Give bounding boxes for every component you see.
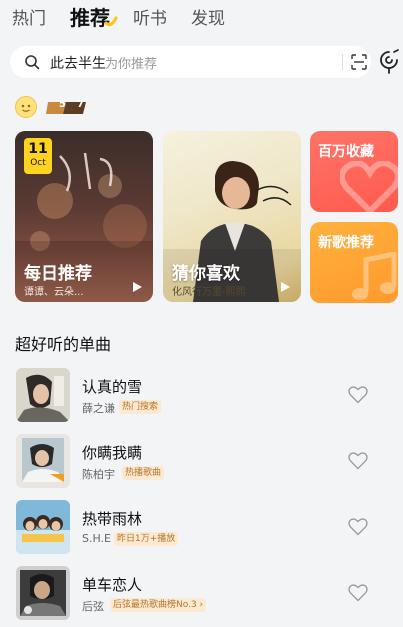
heart-icon[interactable] bbox=[348, 518, 368, 536]
daily-card-title: 每日推荐 bbox=[24, 264, 92, 284]
heart-icon[interactable] bbox=[348, 452, 368, 470]
new-songs-card[interactable]: 新歌推荐 bbox=[310, 222, 398, 303]
tab-audiobooks[interactable]: 听书 bbox=[133, 4, 167, 29]
play-icon[interactable] bbox=[279, 281, 291, 293]
song-tag: 热门搜索 bbox=[119, 400, 162, 414]
date-day: 11 bbox=[28, 141, 48, 157]
user-badge-row[interactable]: 5 7 bbox=[12, 94, 132, 120]
song-row[interactable]: 热带雨林 S.H.E 昨日1万+播放 bbox=[0, 500, 403, 556]
search-divider bbox=[342, 54, 343, 70]
song-cover bbox=[16, 500, 70, 554]
song-title: 认真的雪 bbox=[82, 378, 143, 396]
song-tag: 热播歌曲 bbox=[122, 466, 165, 480]
voice-recognition-icon[interactable] bbox=[377, 49, 401, 75]
tab-hot[interactable]: 热门 bbox=[12, 4, 46, 29]
search-hint: 为你推荐 bbox=[105, 57, 158, 72]
section-title: 超好听的单曲 bbox=[15, 335, 112, 354]
song-title: 热带雨林 bbox=[82, 510, 143, 528]
song-artist: 后弦 bbox=[82, 600, 104, 613]
song-cover bbox=[16, 368, 70, 422]
heart-icon[interactable] bbox=[348, 386, 368, 404]
guess-card-title: 猜你喜欢 bbox=[172, 264, 240, 284]
badge-level-left: 5 bbox=[59, 99, 66, 110]
song-tag: 昨日1万+播放 bbox=[114, 532, 179, 546]
song-artist: 陈柏宇 bbox=[82, 468, 115, 481]
top-tab-bar: 热门 推荐 听书 发现 bbox=[0, 0, 403, 34]
date-badge: 11 Oct bbox=[24, 138, 52, 174]
music-note-decoration-icon bbox=[352, 252, 397, 300]
heart-decoration-icon bbox=[340, 161, 398, 212]
tab-active-indicator-icon bbox=[104, 16, 118, 27]
song-row[interactable]: 单车恋人 后弦 后弦最热歌曲榜No.3 › bbox=[0, 566, 403, 622]
new-songs-card-title: 新歌推荐 bbox=[318, 235, 374, 251]
search-icon bbox=[25, 55, 40, 70]
play-icon[interactable] bbox=[131, 281, 143, 293]
song-row[interactable]: 你瞒我瞒 陈柏宇 热播歌曲 bbox=[0, 434, 403, 490]
million-favorites-card[interactable]: 百万收藏 bbox=[310, 131, 398, 212]
daily-card-subtitle: 谭谭、云朵... bbox=[24, 287, 84, 298]
song-tag[interactable]: 后弦最热歌曲榜No.3 › bbox=[110, 598, 207, 612]
daily-recommend-card[interactable]: 11 Oct 每日推荐 谭谭、云朵... bbox=[15, 131, 153, 302]
search-bar[interactable]: 此去半生 为你推荐 bbox=[10, 46, 371, 78]
heart-icon[interactable] bbox=[348, 584, 368, 602]
favorites-card-title: 百万收藏 bbox=[318, 144, 374, 160]
song-title: 单车恋人 bbox=[82, 576, 143, 594]
guess-you-like-card[interactable]: 猜你喜欢 化风行万里-熙熙 bbox=[163, 131, 301, 302]
song-title: 你瞒我瞒 bbox=[82, 444, 143, 462]
guess-card-subtitle: 化风行万里-熙熙 bbox=[172, 287, 246, 298]
scan-icon[interactable] bbox=[351, 54, 367, 70]
song-artist: S.H.E bbox=[82, 532, 112, 545]
song-row[interactable]: 认真的雪 薛之谦 热门搜索 bbox=[0, 368, 403, 424]
song-cover bbox=[16, 434, 70, 488]
search-query: 此去半生 bbox=[50, 56, 106, 72]
song-cover bbox=[16, 566, 70, 620]
date-month: Oct bbox=[30, 158, 46, 168]
vip-avatar-icon bbox=[15, 96, 37, 118]
tab-discover[interactable]: 发现 bbox=[191, 4, 225, 29]
song-artist: 薛之谦 bbox=[82, 402, 115, 415]
badge-level-right: 7 bbox=[77, 99, 84, 110]
